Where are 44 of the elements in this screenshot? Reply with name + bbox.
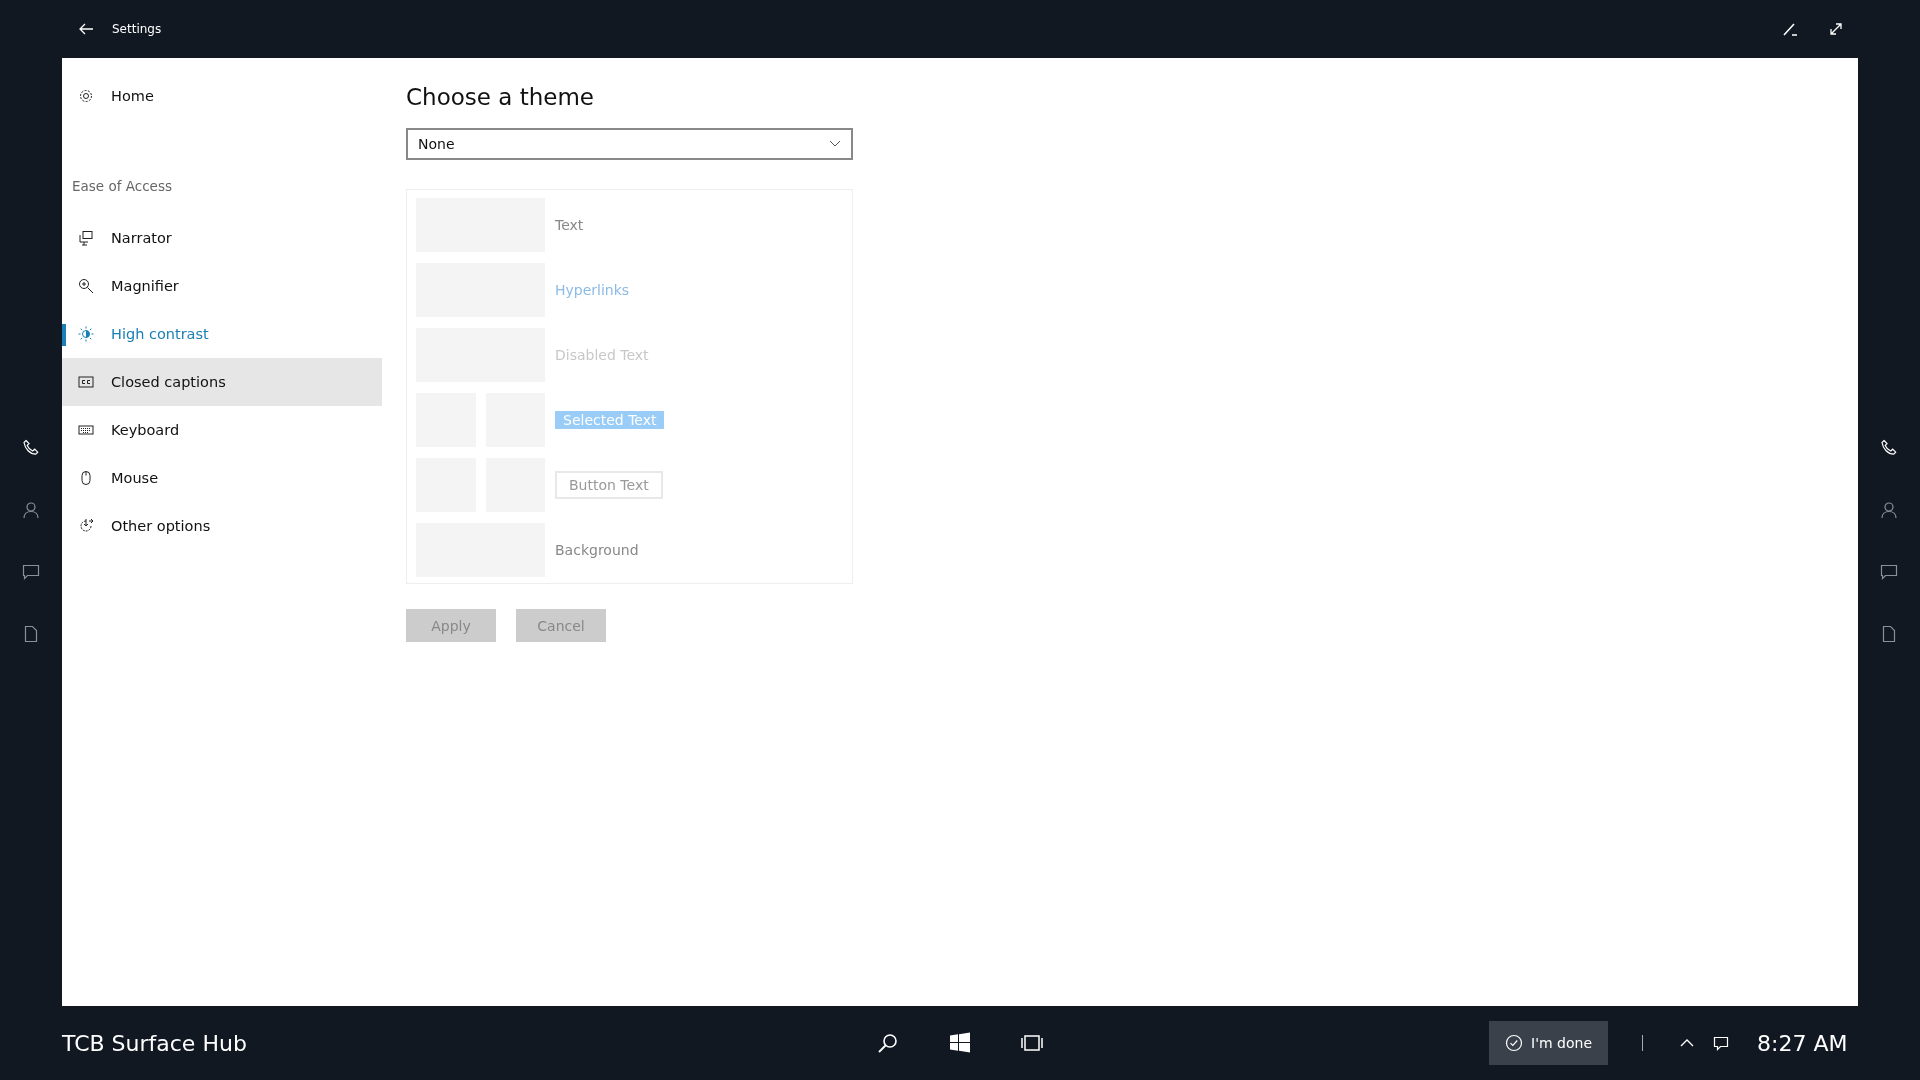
magnifier-icon: [78, 278, 94, 294]
settings-icon: [78, 88, 94, 104]
monitor-icon: [78, 230, 94, 246]
check-circle-icon: [1505, 1034, 1523, 1052]
window-title: Settings: [112, 22, 162, 36]
section-heading: Ease of Access: [71, 177, 173, 196]
im-done-button[interactable]: I'm done: [1489, 1021, 1608, 1065]
sidebar-item[interactable]: High contrast: [62, 310, 382, 358]
selection-indicator: [62, 324, 66, 346]
theme-dropdown[interactable]: None: [406, 128, 853, 160]
tray-separator: [1642, 1035, 1643, 1051]
back-arrow-icon[interactable]: [78, 21, 94, 37]
selected-text-highlight: Selected Text: [555, 411, 665, 429]
clock: 8:27 AM: [1757, 1030, 1848, 1056]
preview-label: Text: [555, 217, 584, 233]
search-icon[interactable]: [876, 1031, 900, 1055]
message-icon[interactable]: [1713, 1035, 1729, 1051]
phone-icon[interactable]: [1880, 439, 1898, 457]
sun-icon: [78, 326, 94, 342]
sidebar-item[interactable]: Narrator: [62, 214, 382, 262]
sidebar-item[interactable]: Magnifier: [62, 262, 382, 310]
windows-logo-icon[interactable]: [948, 1031, 972, 1055]
preview-label: Background: [555, 542, 639, 558]
keyboard-icon: [78, 422, 94, 438]
home-nav-item[interactable]: Home: [62, 72, 382, 120]
chat-icon[interactable]: [22, 563, 40, 581]
chat-icon[interactable]: [1880, 563, 1898, 581]
sidebar-item[interactable]: Closed captions: [62, 358, 382, 406]
document-icon[interactable]: [22, 625, 40, 643]
pen-icon[interactable]: [1782, 21, 1798, 37]
mouse-icon: [78, 470, 94, 486]
person-icon[interactable]: [1880, 501, 1898, 519]
expand-icon[interactable]: [1828, 21, 1844, 37]
sidebar-item[interactable]: Keyboard: [62, 406, 382, 454]
document-icon[interactable]: [1880, 625, 1898, 643]
phone-icon[interactable]: [22, 439, 40, 457]
device-name: TCB Surface Hub: [62, 1030, 248, 1056]
person-icon[interactable]: [22, 501, 40, 519]
cc-icon: [78, 374, 94, 390]
clock-arrow-icon: [78, 518, 94, 534]
sidebar-item[interactable]: Mouse: [62, 454, 382, 502]
chevron-down-icon: [829, 140, 841, 148]
sidebar-item[interactable]: Other options: [62, 502, 382, 550]
page-heading: Choose a theme: [406, 84, 595, 112]
